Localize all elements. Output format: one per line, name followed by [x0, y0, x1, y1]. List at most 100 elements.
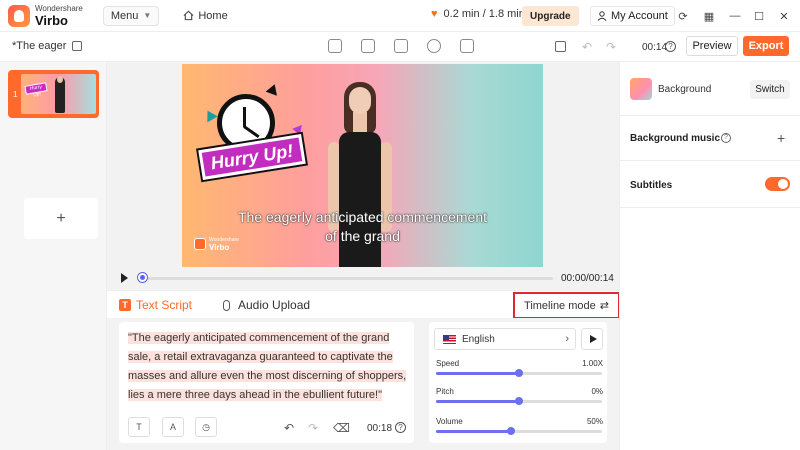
subtitle-line1: The eagerly anticipated commencement: [237, 209, 488, 225]
pitch-slider-handle[interactable]: [515, 397, 523, 405]
volume-value: 50%: [586, 417, 603, 426]
text-script-icon: T: [119, 299, 131, 311]
sticker-tool-icon[interactable]: [427, 39, 441, 53]
triangle-decoration: [265, 82, 281, 96]
project-duration: 00:14: [642, 42, 668, 53]
speed-label: Speed: [436, 359, 460, 368]
switch-background-button[interactable]: Switch: [750, 80, 790, 99]
background-swatch[interactable]: [630, 78, 652, 100]
background-label: Background: [658, 84, 712, 95]
subtitles-toggle[interactable]: [765, 177, 790, 191]
playback-scrubber[interactable]: [138, 273, 147, 282]
slide-number: 1: [13, 90, 18, 99]
chevron-down-icon: ▼: [143, 11, 152, 20]
divider: [620, 160, 800, 161]
slide-thumbnail[interactable]: 1 Hurry Up!: [8, 70, 99, 118]
script-text[interactable]: "The eagerly anticipated commencement of…: [128, 332, 407, 401]
virbo-logo-icon: [8, 4, 30, 27]
time-quota-icon: ♥: [431, 8, 438, 20]
upload-tool-icon[interactable]: [460, 39, 474, 53]
close-icon[interactable]: ✕: [777, 9, 791, 23]
maximize-icon[interactable]: ☐: [752, 9, 766, 23]
upgrade-button[interactable]: Upgrade: [522, 6, 579, 26]
insert-text-icon[interactable]: T: [128, 417, 150, 437]
chevron-right-icon: ›: [565, 333, 569, 345]
music-help-icon[interactable]: ?: [721, 133, 731, 143]
script-help-icon[interactable]: ?: [395, 422, 406, 433]
pause-timer-icon[interactable]: ◷: [195, 417, 217, 437]
subtitle-line2: of the grand: [325, 228, 400, 244]
slides-panel: 1 Hurry Up! +: [0, 62, 107, 450]
background-tool-icon[interactable]: [361, 39, 375, 53]
home-icon: [183, 10, 194, 21]
menu-label: Menu: [110, 9, 139, 22]
clear-script-icon[interactable]: ⌫: [333, 421, 350, 435]
save-icon[interactable]: [555, 41, 566, 52]
language-select[interactable]: English ›: [434, 328, 576, 350]
redo-script-icon[interactable]: ↷: [308, 421, 318, 435]
playback-progress[interactable]: [140, 277, 553, 280]
home-link[interactable]: Home: [183, 9, 228, 22]
hurry-up-sticker[interactable]: Hurry Up!: [198, 134, 306, 180]
watermark-logo-icon: [194, 238, 206, 250]
app-logo: Wondershare Virbo: [8, 4, 83, 27]
voice-settings: English › Speed 1.00X Pitch 0% Volume 50…: [429, 322, 607, 443]
pitch-slider[interactable]: [436, 397, 602, 405]
subtitles-label: Subtitles: [630, 180, 673, 191]
avatar-tool-icon[interactable]: [328, 39, 342, 53]
script-tabs: T Text Script Audio Upload Timeline mode…: [107, 290, 620, 319]
script-editor[interactable]: "The eagerly anticipated commencement of…: [119, 322, 414, 443]
speed-slider-handle[interactable]: [515, 369, 523, 377]
voice-preview-play-button[interactable]: [581, 328, 603, 350]
undo-script-icon[interactable]: ↶: [284, 421, 294, 435]
us-flag-icon: [443, 334, 456, 344]
project-toolbar: *The eager ↶ ↷ 00:14 ?: [0, 32, 800, 62]
video-subtitle: The eagerly anticipated commencement of …: [202, 208, 523, 246]
video-preview[interactable]: Hurry Up! The eagerly anticipated commen…: [182, 64, 543, 267]
play-icon[interactable]: [121, 273, 128, 283]
speed-value: 1.00X: [582, 359, 603, 368]
background-music-label: Background music: [630, 133, 721, 144]
preview-button[interactable]: Preview: [686, 36, 738, 56]
project-title-text: *The eager: [12, 40, 67, 52]
canvas-area: Hurry Up! The eagerly anticipated commen…: [107, 62, 619, 290]
microphone-icon: [223, 299, 230, 311]
my-account-label: My Account: [611, 10, 668, 22]
tab-text-script-label: Text Script: [136, 298, 193, 312]
emphasis-icon[interactable]: A: [162, 417, 184, 437]
text-tool-icon[interactable]: [394, 39, 408, 53]
tab-audio-upload[interactable]: Audio Upload: [223, 298, 310, 312]
menu-button[interactable]: Menu ▼: [102, 5, 160, 26]
pitch-label: Pitch: [436, 387, 454, 396]
language-label: English: [462, 333, 495, 345]
tab-text-script[interactable]: T Text Script: [119, 298, 192, 312]
support-icon[interactable]: ⟳: [676, 9, 690, 23]
redo-icon[interactable]: ↷: [606, 40, 616, 54]
edit-icon[interactable]: [72, 41, 83, 51]
playback-bar: 00:00/00:14: [107, 268, 619, 288]
triangle-decoration: [202, 107, 218, 123]
add-slide-button[interactable]: +: [24, 198, 98, 239]
volume-label: Volume: [436, 417, 463, 426]
usage-text: 0.2 min / 1.8 min: [443, 8, 525, 20]
apps-grid-icon[interactable]: ▦: [702, 9, 716, 23]
speed-slider[interactable]: [436, 369, 602, 377]
export-button[interactable]: Export: [743, 36, 789, 56]
pitch-value: 0%: [591, 387, 603, 396]
volume-slider-handle[interactable]: [506, 427, 515, 435]
my-account-button[interactable]: My Account: [590, 6, 675, 26]
tab-audio-upload-label: Audio Upload: [238, 298, 311, 312]
voice-panel: English › Speed 1.00X Pitch 0% Volume 50…: [423, 318, 619, 450]
home-label: Home: [198, 9, 228, 22]
minimize-icon[interactable]: —: [728, 9, 742, 23]
add-music-icon[interactable]: +: [777, 130, 785, 146]
playback-time: 00:00/00:14: [561, 273, 614, 284]
help-icon[interactable]: ?: [665, 41, 676, 52]
project-title[interactable]: *The eager: [12, 40, 83, 52]
timeline-mode-button[interactable]: Timeline mode ⇄: [513, 292, 620, 319]
volume-slider[interactable]: [436, 427, 602, 435]
slide-sticker: Hurry Up!: [24, 82, 48, 99]
switch-arrows-icon: ⇄: [599, 300, 609, 312]
properties-panel: Background Switch Background music ? + S…: [619, 62, 800, 450]
undo-icon[interactable]: ↶: [582, 40, 592, 54]
